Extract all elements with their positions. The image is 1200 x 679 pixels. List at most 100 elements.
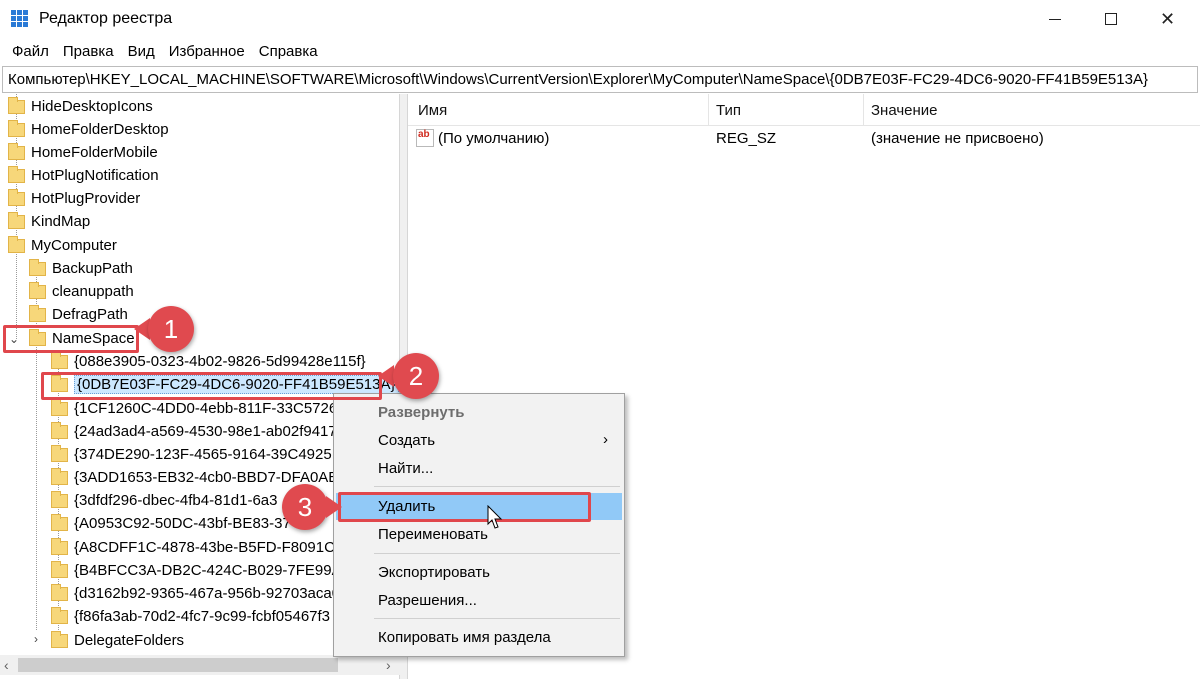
tree-item-cleanuppath[interactable]: cleanuppath — [29, 280, 134, 303]
tree-item-backuppath[interactable]: BackupPath — [29, 257, 133, 280]
menu-favorites[interactable]: Избранное — [162, 40, 252, 66]
tree-item-namespace-key[interactable]: {f86fa3ab-70d2-4fc7-9c99-fcbf05467f3 — [51, 605, 330, 628]
tree-item-hidedesktopicons[interactable]: HideDesktopIcons — [8, 95, 153, 118]
tree-item-label: HotPlugNotification — [31, 167, 159, 184]
folder-icon — [51, 467, 68, 485]
badge-pointer — [326, 496, 342, 518]
value-name: (По умолчанию) — [438, 130, 550, 147]
tree-item-label: cleanuppath — [52, 283, 134, 300]
step-badge-2: 2 — [393, 353, 439, 399]
menu-file[interactable]: Файл — [5, 40, 56, 66]
folder-icon — [8, 211, 25, 229]
folder-icon — [51, 421, 68, 439]
folder-icon — [8, 119, 25, 137]
tree-item-label: HomeFolderMobile — [31, 144, 158, 161]
folder-icon — [8, 96, 25, 114]
tree-item-label: {1CF1260C-4DD0-4ebb-811F-33C5726 — [74, 400, 338, 417]
tree-item-label: {d3162b92-9365-467a-956b-92703aca0 — [74, 585, 341, 602]
tree-item-homefolderdesktop[interactable]: HomeFolderDesktop — [8, 118, 169, 141]
tree-item-homefoldermobile[interactable]: HomeFolderMobile — [8, 141, 158, 164]
tree-item-namespace-key[interactable]: {A0953C92-50DC-43bf-BE83-37 — [51, 512, 291, 535]
title-bar: Редактор реестра ✕ — [0, 0, 1200, 38]
tree-item-label: {B4BFCC3A-DB2C-424C-B029-7FE99A — [74, 562, 342, 579]
tree-item-label: HideDesktopIcons — [31, 98, 153, 115]
context-menu: Развернуть Создать › Найти... Удалить Пер… — [333, 393, 625, 657]
tree-item-label: {A0953C92-50DC-43bf-BE83-37 — [74, 515, 291, 532]
folder-icon — [51, 560, 68, 578]
menu-item-label: Создать — [378, 432, 436, 449]
scroll-right-icon[interactable]: › — [386, 657, 391, 673]
highlight-selected-key — [41, 372, 382, 400]
menu-edit[interactable]: Правка — [56, 40, 121, 66]
tree-item-hotplugnotification[interactable]: HotPlugNotification — [8, 164, 159, 187]
tree-item-kindmap[interactable]: KindMap — [8, 210, 90, 233]
folder-icon — [29, 304, 46, 322]
column-header-value[interactable]: Значение — [871, 102, 938, 119]
menu-item-create[interactable]: Создать › — [336, 427, 622, 454]
values-header: Имя Тип Значение — [408, 94, 1200, 126]
string-value-icon: ab — [416, 129, 434, 147]
tree-item-label: DefragPath — [52, 306, 128, 323]
tree-item-namespace-key[interactable]: {374DE290-123F-4565-9164-39C4925E4 — [51, 443, 350, 466]
menu-item-rename[interactable]: Переименовать — [336, 521, 622, 548]
value-data: (значение не присвоено) — [871, 130, 1044, 147]
folder-icon — [51, 351, 68, 369]
tree-item-namespace-key[interactable]: {1CF1260C-4DD0-4ebb-811F-33C5726 — [51, 397, 337, 420]
value-type: REG_SZ — [716, 130, 777, 147]
tree-item-namespace-key[interactable]: {B4BFCC3A-DB2C-424C-B029-7FE99A — [51, 559, 342, 582]
column-header-name[interactable]: Имя — [418, 102, 447, 119]
column-divider[interactable] — [708, 94, 709, 126]
menu-separator — [374, 618, 620, 619]
tree-horizontal-scrollbar[interactable]: ‹ › — [0, 655, 400, 675]
value-row[interactable]: ab (По умолчанию) REG_SZ (значение не пр… — [408, 127, 1200, 151]
folder-icon — [51, 398, 68, 416]
close-button[interactable]: ✕ — [1139, 0, 1196, 38]
chevron-right-icon[interactable]: › — [34, 632, 38, 646]
tree-item-label: {A8CDFF1C-4878-43be-B5FD-F8091C1 — [74, 539, 344, 556]
tree-item-hotplugprovider[interactable]: HotPlugProvider — [8, 187, 140, 210]
minimize-icon — [1048, 18, 1061, 20]
tree-item-namespace-key[interactable]: {3dfdf296-dbec-4fb4-81d1-6a3 — [51, 489, 278, 512]
highlight-namespace — [3, 325, 139, 353]
menu-help[interactable]: Справка — [252, 40, 325, 66]
folder-icon — [51, 490, 68, 508]
scroll-left-icon[interactable]: ‹ — [4, 657, 9, 673]
tree-item-label: HomeFolderDesktop — [31, 121, 169, 138]
close-icon: ✕ — [1159, 8, 1176, 29]
folder-icon — [51, 444, 68, 462]
maximize-icon — [1104, 13, 1117, 25]
tree-item-namespace-key[interactable]: {088e3905-0323-4b02-9826-5d99428e115f} — [51, 350, 366, 373]
tree-item-namespace-key[interactable]: {24ad3ad4-a569-4530-98e1-ab02f9417 — [51, 420, 337, 443]
column-header-type[interactable]: Тип — [716, 102, 741, 119]
maximize-button[interactable] — [1082, 0, 1139, 38]
address-bar[interactable]: Компьютер\HKEY_LOCAL_MACHINE\SOFTWARE\Mi… — [2, 66, 1198, 93]
tree-item-label: {374DE290-123F-4565-9164-39C4925E4 — [74, 446, 351, 463]
folder-icon — [51, 537, 68, 555]
tree-item-namespace-key[interactable]: {A8CDFF1C-4878-43be-B5FD-F8091C1 — [51, 536, 343, 559]
menu-separator — [374, 486, 620, 487]
tree-item-defragpath[interactable]: DefragPath — [29, 303, 128, 326]
tree-item-namespace-key[interactable]: {d3162b92-9365-467a-956b-92703aca0 — [51, 582, 340, 605]
menu-item-permissions[interactable]: Разрешения... — [336, 587, 622, 614]
tree-item-label: {f86fa3ab-70d2-4fc7-9c99-fcbf05467f3 — [74, 608, 331, 625]
tree-item-delegatefolders[interactable]: DelegateFolders — [51, 629, 184, 652]
column-divider[interactable] — [863, 94, 864, 126]
menu-item-find[interactable]: Найти... — [336, 455, 622, 482]
tree-item-label: HotPlugProvider — [31, 190, 141, 207]
tree-item-label: {3ADD1653-EB32-4cb0-BBD7-DFA0AB — [74, 469, 339, 486]
tree-item-mycomputer[interactable]: MyComputer — [8, 234, 117, 257]
menu-separator — [374, 553, 620, 554]
menu-item-export[interactable]: Экспортировать — [336, 559, 622, 586]
scrollbar-thumb[interactable] — [18, 658, 338, 672]
menu-bar: Файл Правка Вид Избранное Справка — [0, 40, 1200, 66]
minimize-button[interactable] — [1026, 0, 1083, 38]
folder-icon — [51, 606, 68, 624]
tree-item-label: MyComputer — [31, 237, 117, 254]
folder-icon — [51, 513, 68, 531]
folder-icon — [8, 165, 25, 183]
menu-view[interactable]: Вид — [121, 40, 162, 66]
tree-item-label: BackupPath — [52, 260, 133, 277]
folder-icon — [29, 258, 46, 276]
menu-item-copy-key-name[interactable]: Копировать имя раздела — [336, 624, 622, 651]
menu-item-expand[interactable]: Развернуть — [336, 399, 622, 426]
